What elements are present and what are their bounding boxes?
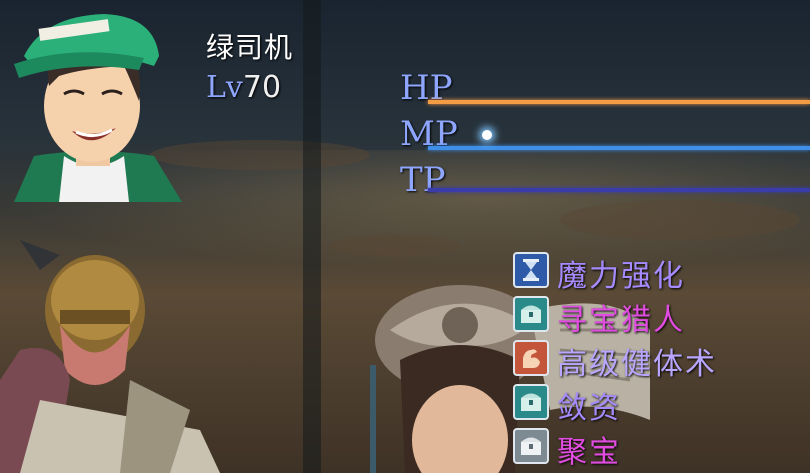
skill-item[interactable]: 聚宝 bbox=[513, 426, 810, 470]
mp-sparkle-icon bbox=[482, 130, 492, 140]
background-cloud bbox=[560, 200, 800, 240]
skill-name: 聚宝 bbox=[557, 435, 621, 470]
character-level: Lv70 bbox=[206, 70, 281, 105]
skill-item[interactable]: 敛资 bbox=[513, 382, 810, 426]
background-knight-figure bbox=[0, 240, 220, 473]
skill-item[interactable]: 魔力强化 bbox=[513, 250, 810, 294]
tp-label: TP bbox=[400, 160, 446, 200]
treasure-chest-icon bbox=[513, 428, 549, 464]
hourglass-icon bbox=[513, 252, 549, 288]
treasure-chest-icon bbox=[513, 296, 549, 332]
skill-name: 魔力强化 bbox=[557, 259, 685, 294]
skill-name: 高级健体术 bbox=[557, 347, 717, 382]
character-portrait bbox=[14, 14, 182, 202]
skill-name: 敛资 bbox=[557, 391, 621, 426]
treasure-chest-icon bbox=[513, 384, 549, 420]
skill-name: 寻宝猎人 bbox=[557, 303, 685, 338]
hp-bar bbox=[428, 100, 810, 104]
character-name: 绿司机 bbox=[206, 31, 294, 64]
tp-bar bbox=[428, 188, 810, 192]
level-value: 70 bbox=[242, 70, 282, 105]
flexed-arm-icon bbox=[513, 340, 549, 376]
skill-item[interactable]: 寻宝猎人 bbox=[513, 294, 810, 338]
background-cloud bbox=[150, 140, 370, 170]
background-cloud bbox=[330, 235, 460, 257]
background-pole bbox=[303, 0, 321, 473]
skill-item[interactable]: 高级健体术 bbox=[513, 338, 810, 382]
level-prefix: Lv bbox=[206, 70, 243, 105]
mp-bar bbox=[428, 146, 810, 150]
